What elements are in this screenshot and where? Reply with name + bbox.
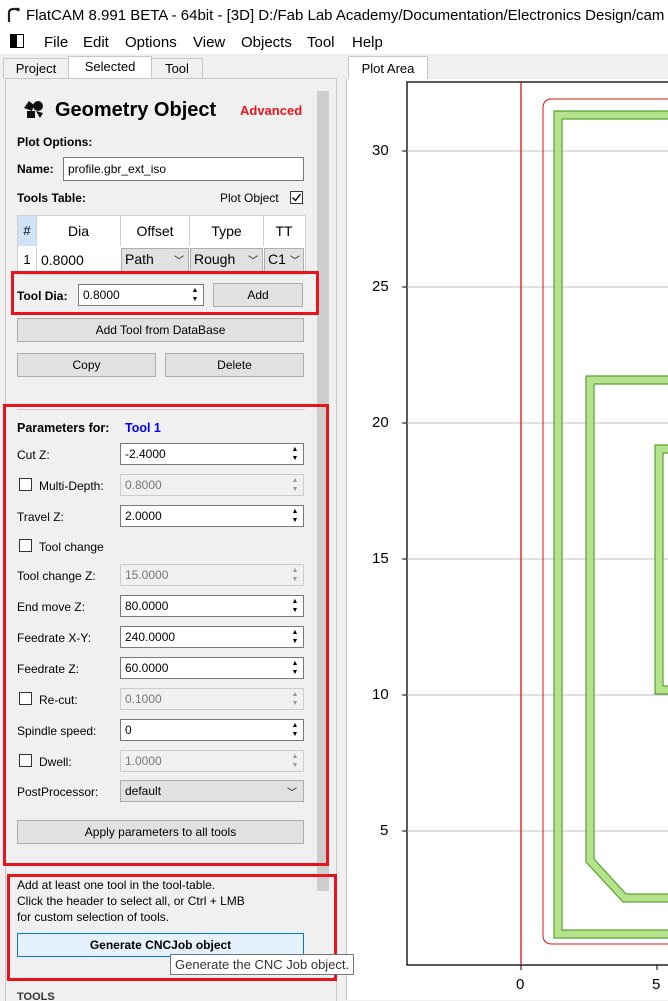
dropdown-arrow-icon: ﹀ xyxy=(174,256,184,267)
window-title: FlatCAM 8.991 BETA - 64bit - [3D] D:/Fab… xyxy=(26,7,665,24)
notebook-tabs: Project Selected Tool xyxy=(0,56,345,79)
menu-help[interactable]: Help xyxy=(352,34,383,51)
table-header-type[interactable]: Type xyxy=(190,216,264,246)
highlight-tool-dia xyxy=(11,271,319,315)
table-row-dia[interactable]: 0.8000 xyxy=(41,247,119,273)
delete-tool-button[interactable]: Delete xyxy=(165,353,304,377)
tools-table-label: Tools Table: xyxy=(17,191,86,205)
add-tool-from-db-button[interactable]: Add Tool from DataBase xyxy=(17,318,304,342)
highlight-parameters xyxy=(3,404,329,866)
table-header-tt[interactable]: TT xyxy=(264,216,304,246)
y-tick-25: 25 xyxy=(372,278,389,295)
tt-select[interactable]: C1 ﹀ xyxy=(264,248,304,273)
advanced-label[interactable]: Advanced xyxy=(240,103,302,118)
y-tick-20: 20 xyxy=(372,414,389,431)
tab-tool[interactable]: Tool xyxy=(151,58,203,79)
plot-area[interactable]: 30 25 20 15 10 5 0 5 xyxy=(346,79,668,1000)
type-select[interactable]: Rough ﹀ xyxy=(190,248,263,273)
table-header-dia[interactable]: Dia xyxy=(37,216,121,246)
menu-view[interactable]: View xyxy=(193,34,225,51)
menu-options[interactable]: Options xyxy=(125,34,177,51)
tab-selected[interactable]: Selected xyxy=(68,56,152,79)
panel-title: Geometry Object xyxy=(55,99,217,121)
dropdown-arrow-icon: ﹀ xyxy=(290,256,300,267)
menu-edit[interactable]: Edit xyxy=(83,34,109,51)
offset-select[interactable]: Path ﹀ xyxy=(121,248,189,273)
copy-tool-button[interactable]: Copy xyxy=(17,353,156,377)
tools-table[interactable]: # Dia Offset Type TT 1 0.8000 Path ﹀ Rou… xyxy=(17,215,306,275)
table-header-num[interactable]: # xyxy=(18,216,37,246)
title-bar: FlatCAM 8.991 BETA - 64bit - [3D] D:/Fab… xyxy=(0,0,668,31)
tooltip: Generate the CNC Job object. xyxy=(170,954,355,975)
table-row-num[interactable]: 1 xyxy=(18,247,37,273)
dropdown-arrow-icon: ﹀ xyxy=(248,256,258,267)
plot-object-checkbox[interactable] xyxy=(290,191,303,204)
x-tick-0: 0 xyxy=(516,976,525,993)
table-header-offset[interactable]: Offset xyxy=(121,216,190,246)
y-tick-15: 15 xyxy=(372,550,389,567)
menu-tool[interactable]: Tool xyxy=(307,34,335,51)
app-menu-icon[interactable] xyxy=(10,34,24,50)
y-tick-5: 5 xyxy=(380,822,389,839)
x-tick-5: 5 xyxy=(652,976,661,993)
geometry-object-icon xyxy=(22,99,46,119)
y-tick-30: 30 xyxy=(372,142,389,159)
menu-file[interactable]: File xyxy=(44,34,68,51)
y-tick-10: 10 xyxy=(372,686,389,703)
checkbox-checked-icon xyxy=(292,193,302,202)
menu-bar: File Edit Options View Objects Tool Help xyxy=(0,31,668,54)
name-input[interactable]: profile.gbr_ext_iso xyxy=(63,157,304,181)
flatcam-logo-icon xyxy=(6,7,20,23)
type-select-value: Rough xyxy=(194,251,236,267)
tt-select-value: C1 xyxy=(268,251,286,267)
plot-object-label: Plot Object xyxy=(220,191,279,205)
offset-select-value: Path xyxy=(125,251,154,267)
menu-objects[interactable]: Objects xyxy=(241,34,292,51)
tab-project[interactable]: Project xyxy=(3,58,69,79)
tab-plot-area[interactable]: Plot Area xyxy=(348,56,428,80)
name-label: Name: xyxy=(17,162,54,176)
plot-options-label: Plot Options: xyxy=(17,135,93,149)
